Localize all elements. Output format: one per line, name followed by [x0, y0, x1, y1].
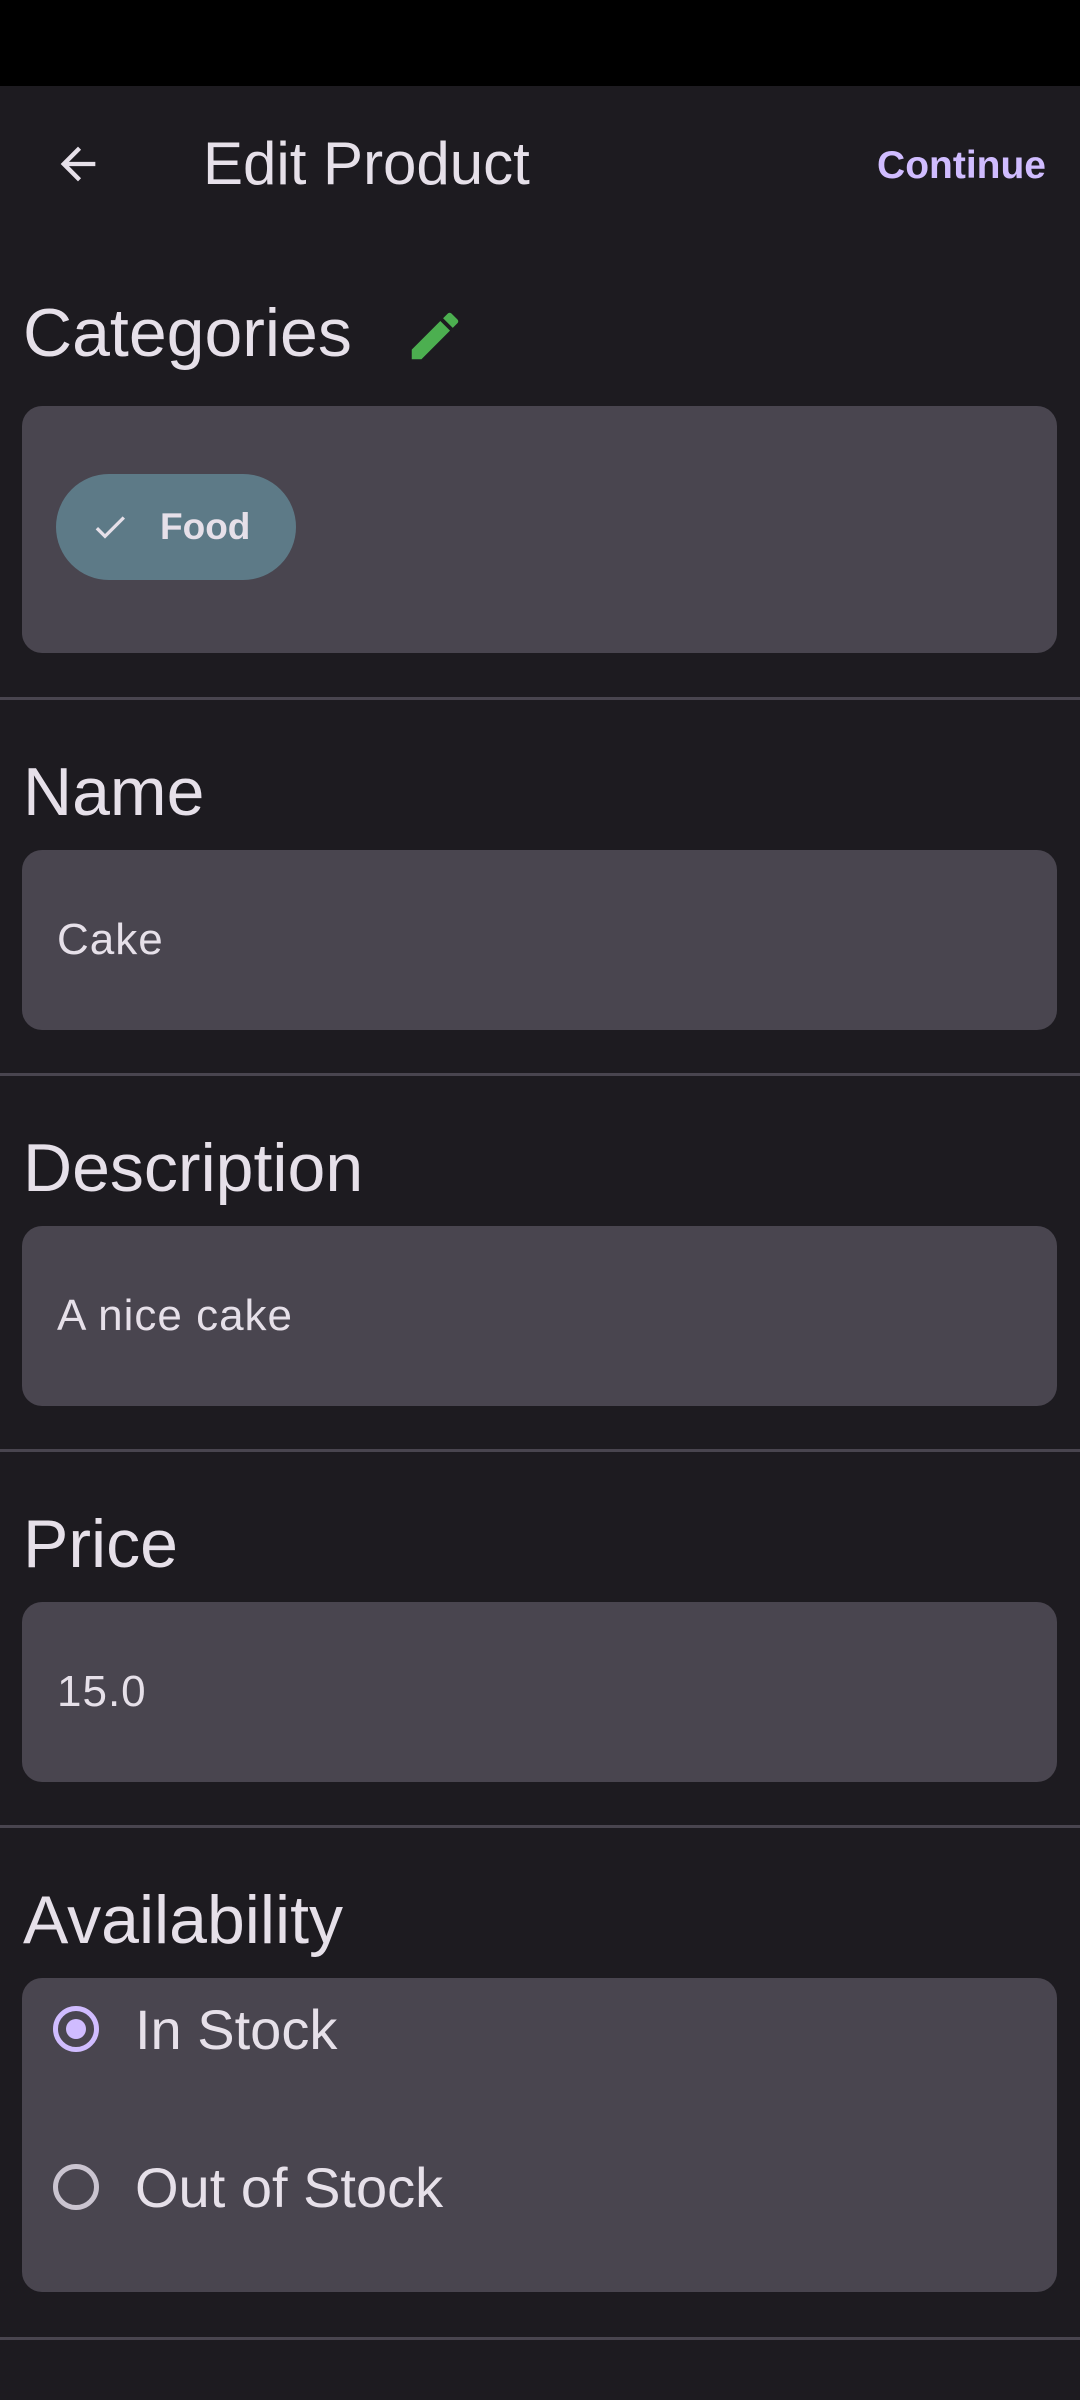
divider — [0, 2337, 1080, 2340]
page-title: Edit Product — [203, 130, 530, 197]
radio-in-stock[interactable]: In Stock — [22, 1978, 1057, 2088]
arrow-back-icon — [60, 146, 96, 182]
chip-label: Food — [160, 506, 251, 547]
name-section: Name Cake — [0, 700, 1080, 1074]
description-title: Description — [23, 1130, 364, 1206]
description-value: A nice cake — [57, 1291, 294, 1340]
back-button[interactable] — [30, 128, 126, 200]
category-chip-food[interactable]: Food — [56, 474, 296, 580]
description-field[interactable]: A nice cake — [22, 1226, 1057, 1406]
radio-selected-icon — [53, 2006, 99, 2052]
categories-card: Food — [22, 406, 1057, 653]
availability-title: Availability — [23, 1882, 344, 1958]
name-value: Cake — [57, 915, 164, 964]
name-title: Name — [23, 754, 205, 830]
price-value: 15.0 — [57, 1667, 147, 1716]
description-section: Description A nice cake — [0, 1076, 1080, 1450]
edit-categories-button[interactable] — [395, 296, 475, 376]
radio-unselected-icon — [53, 2164, 99, 2210]
app-bar: Edit Product Continue — [0, 86, 1080, 242]
radio-out-of-stock[interactable]: Out of Stock — [22, 2136, 1057, 2246]
name-field[interactable]: Cake — [22, 850, 1057, 1030]
categories-section: Categories Food — [0, 286, 1080, 698]
check-icon — [95, 516, 125, 539]
availability-section: Availability In Stock Out of Stock — [0, 1828, 1080, 2338]
continue-button[interactable]: Continue — [877, 136, 1046, 196]
radio-label: Out of Stock — [135, 2156, 444, 2219]
availability-card: In Stock Out of Stock — [22, 1978, 1057, 2292]
radio-label: In Stock — [135, 1998, 338, 2061]
categories-title: Categories — [23, 295, 352, 371]
pencil-icon — [411, 312, 459, 360]
price-field[interactable]: 15.0 — [22, 1602, 1057, 1782]
price-section: Price 15.0 — [0, 1452, 1080, 1826]
status-bar — [0, 0, 1080, 86]
price-title: Price — [23, 1506, 178, 1582]
